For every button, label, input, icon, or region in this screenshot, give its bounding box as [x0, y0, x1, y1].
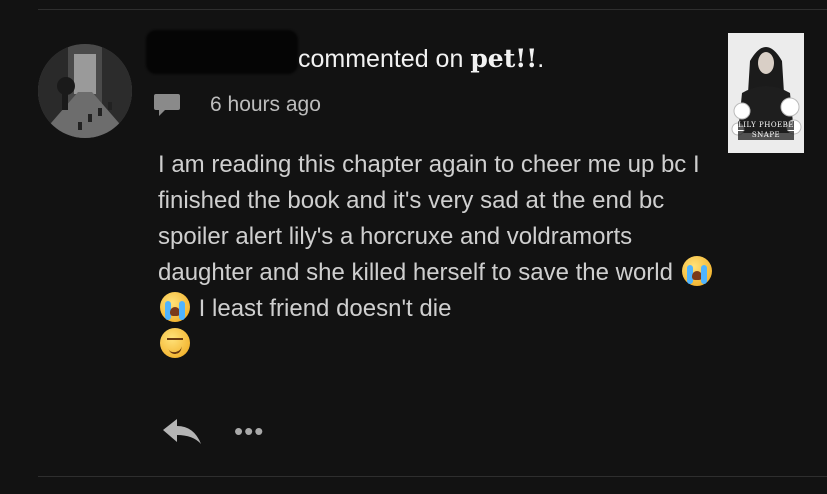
cover-title-line1: LILY PHOEBE	[738, 121, 794, 130]
bottom-divider	[38, 476, 827, 477]
user-avatar[interactable]	[38, 44, 132, 138]
story-cover[interactable]: LILY PHOEBE SNAPE	[728, 33, 804, 153]
loudly-crying-face-icon	[160, 292, 190, 322]
comment-text-continued: I least friend doesn't die	[198, 295, 452, 322]
story-title-link[interactable]: pet!!	[470, 44, 537, 73]
loudly-crying-face-icon	[681, 256, 712, 286]
smirking-face-icon	[160, 328, 190, 358]
username-redacted[interactable]	[146, 30, 298, 74]
header-punct: .	[537, 45, 545, 73]
cover-title: LILY PHOEBE SNAPE	[732, 121, 800, 141]
more-options-icon[interactable]: •••	[234, 416, 274, 446]
avatar-image	[38, 44, 132, 138]
comment-bubble-icon	[154, 94, 180, 116]
comment-timestamp: 6 hours ago	[210, 93, 321, 116]
comment-body: I am reading this chapter again to cheer…	[158, 147, 718, 363]
top-divider	[38, 9, 827, 10]
reply-arrow-icon[interactable]	[160, 416, 204, 448]
comment-text: I am reading this chapter again to cheer…	[158, 151, 700, 286]
action-text: commented on	[298, 45, 464, 73]
comment-header: commented on pet!!.	[298, 44, 544, 74]
cover-title-line2: SNAPE	[738, 131, 794, 140]
